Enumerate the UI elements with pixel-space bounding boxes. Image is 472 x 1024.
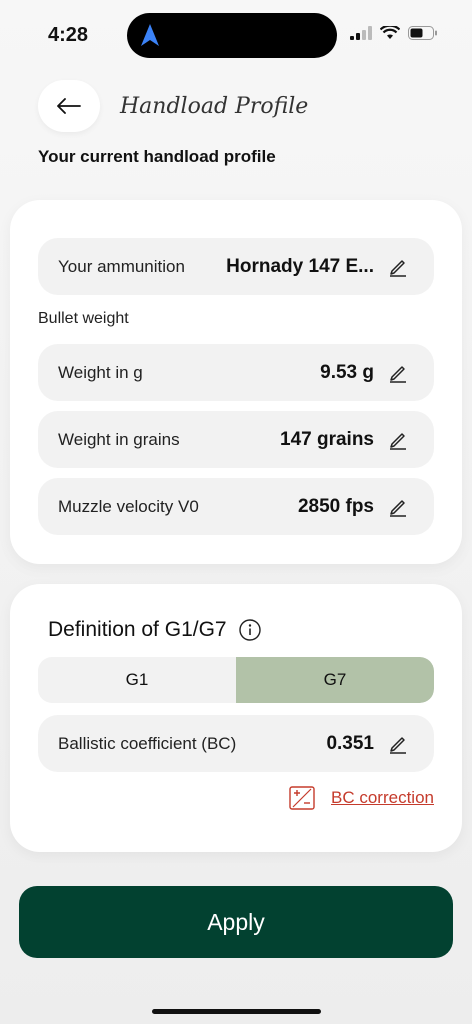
ammunition-value: Hornady 147 E... [226,255,374,277]
bc-row[interactable]: Ballistic coefficient (BC) 0.351 [38,715,434,772]
apply-button[interactable]: Apply [19,886,453,958]
weight-g-label: Weight in g [58,362,143,382]
weight-grains-row[interactable]: Weight in grains 147 grains [38,411,434,468]
weight-grains-value: 147 grains [280,428,374,450]
bullet-weight-label: Bullet weight [38,310,129,327]
signal-icon [350,26,372,40]
definition-title-wrap: Definition of G1/G7 [48,618,261,642]
ammunition-row[interactable]: Your ammunition Hornady 147 E... [38,238,434,295]
wifi-icon [380,26,400,39]
status-time: 4:28 [48,24,89,46]
pencil-icon[interactable] [388,734,408,754]
info-icon[interactable] [238,619,261,641]
bc-correction-link[interactable]: BC correction [289,786,434,810]
status-bar: 4:28 [0,0,472,70]
header: Handload Profile [38,80,308,132]
page-subtitle: Your current handload profile [38,147,276,166]
segment-g1[interactable]: G1 [38,657,236,703]
definition-card: Definition of G1/G7 G1 G7 Ballistic coef… [10,584,462,852]
navigation-arrow-icon [141,24,159,46]
bc-correction-text: BC correction [331,788,434,807]
weight-g-row[interactable]: Weight in g 9.53 g [38,344,434,401]
status-icons [350,26,438,40]
ammunition-card: Your ammunition Hornady 147 E... Bullet … [10,200,462,564]
segment-g7[interactable]: G7 [236,657,434,703]
pencil-icon[interactable] [388,430,408,450]
dynamic-island [127,13,337,58]
bc-value: 0.351 [326,732,374,754]
pencil-icon[interactable] [388,257,408,277]
bc-label: Ballistic coefficient (BC) [58,733,237,753]
battery-icon [408,26,437,40]
g1-g7-segmented-control: G1 G7 [38,657,434,703]
arrow-left-icon [57,98,81,114]
back-button[interactable] [38,80,100,132]
muzzle-velocity-row[interactable]: Muzzle velocity V0 2850 fps [38,478,434,535]
pencil-icon[interactable] [388,363,408,383]
definition-title: Definition of G1/G7 [48,618,227,641]
weight-grains-label: Weight in grains [58,429,180,449]
plus-minus-icon [289,786,315,810]
weight-g-value: 9.53 g [320,361,374,383]
ammunition-label: Your ammunition [58,256,185,276]
home-indicator [152,1009,321,1014]
muzzle-velocity-label: Muzzle velocity V0 [58,496,199,516]
muzzle-velocity-value: 2850 fps [297,495,374,517]
pencil-icon[interactable] [388,497,408,517]
page-title: Handload Profile [120,93,309,119]
